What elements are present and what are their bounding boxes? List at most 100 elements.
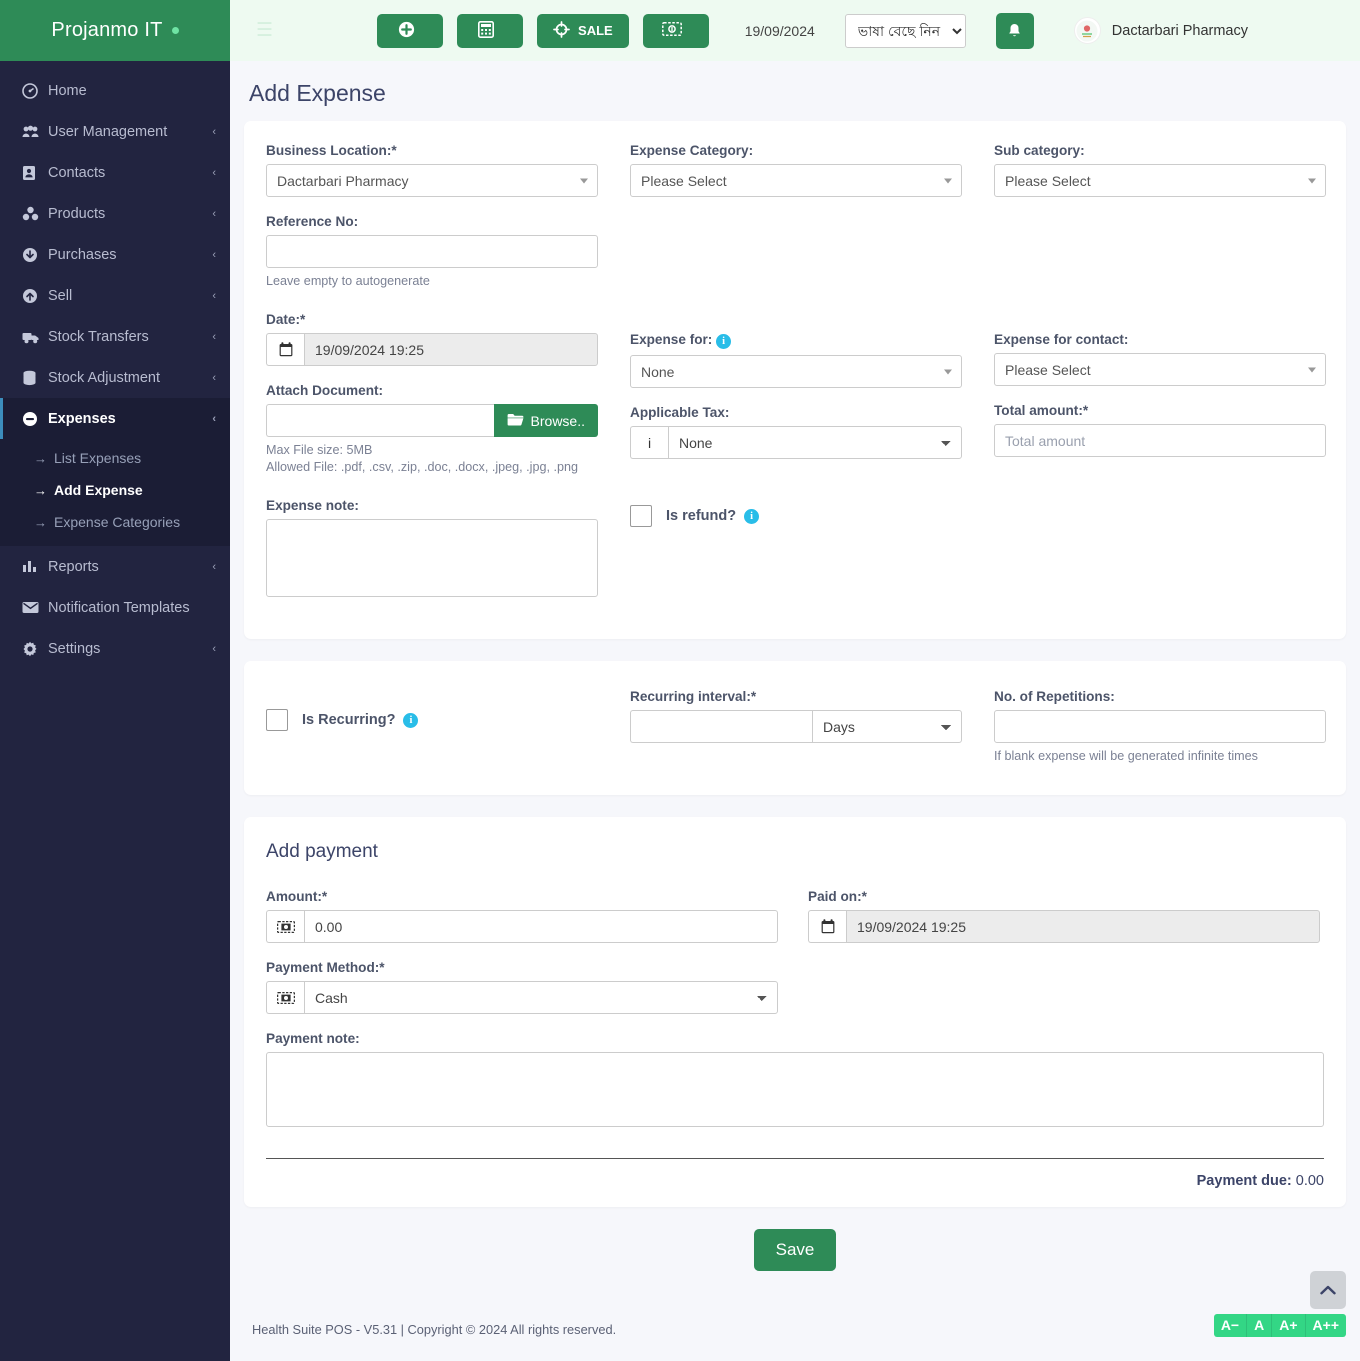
info-addon-icon: i <box>630 426 668 459</box>
chevron-left-icon: ‹ <box>212 331 216 343</box>
sidebar-item-settings[interactable]: Settings ‹ <box>0 628 230 669</box>
recurring-interval-unit-select[interactable]: DaysMonthsYears <box>812 710 962 743</box>
add-payment-title: Add payment <box>266 841 1324 863</box>
arrow-right-icon: → <box>34 451 47 466</box>
calculator-button[interactable] <box>457 14 523 48</box>
sale-button-label: SALE <box>578 23 613 38</box>
payment-note-textarea[interactable] <box>266 1052 1324 1127</box>
recurring-card: Is Recurring? i Recurring interval:* Day… <box>244 661 1346 795</box>
add-button[interactable] <box>377 14 443 48</box>
font-increase-more-button[interactable]: A++ <box>1306 1314 1346 1337</box>
file-path-display[interactable] <box>266 404 494 437</box>
font-decrease-button[interactable]: A− <box>1214 1314 1247 1337</box>
business-location-select[interactable]: Dactarbari Pharmacy <box>266 164 598 197</box>
paid-on-group: Paid on:* <box>808 889 1320 943</box>
attach-document-group: Browse.. <box>266 404 598 437</box>
font-increase-button[interactable]: A+ <box>1272 1314 1305 1337</box>
reference-no-label: Reference No: <box>266 214 598 229</box>
payment-due: Payment due: 0.00 <box>266 1173 1324 1189</box>
chevron-left-icon: ‹ <box>212 290 216 302</box>
sidebar-item-purchases[interactable]: Purchases ‹ <box>0 234 230 275</box>
is-refund-checkbox[interactable] <box>630 505 652 527</box>
sidebar-item-home[interactable]: Home <box>0 70 230 111</box>
chevron-left-icon: ‹ <box>212 126 216 138</box>
scroll-to-top-button[interactable] <box>1310 1271 1346 1309</box>
is-refund-label: Is refund? i <box>666 508 759 524</box>
sidebar-item-expenses[interactable]: Expenses ‹ <box>0 398 230 439</box>
sidebar-item-user-management[interactable]: User Management ‹ <box>0 111 230 152</box>
chevron-down-icon <box>1308 178 1316 183</box>
save-button[interactable]: Save <box>754 1229 837 1271</box>
folder-open-icon <box>507 413 524 429</box>
page-title: Add Expense <box>249 80 1346 107</box>
browse-button[interactable]: Browse.. <box>494 404 598 437</box>
date-input[interactable] <box>304 333 598 366</box>
envelope-icon <box>22 601 48 614</box>
chevron-down-icon <box>1308 367 1316 372</box>
sidebar-item-contacts[interactable]: Contacts ‹ <box>0 152 230 193</box>
sidebar-item-products[interactable]: Products ‹ <box>0 193 230 234</box>
payment-method-select[interactable]: CashCardChequeBank TransferOther <box>304 981 778 1014</box>
accessibility-font-size-bar: A− A A+ A++ <box>1214 1314 1346 1337</box>
expense-note-textarea[interactable] <box>266 519 598 597</box>
products-icon <box>22 206 48 221</box>
menu-toggle-icon[interactable]: ☰ <box>248 17 281 44</box>
reference-no-help: Leave empty to autogenerate <box>266 273 598 290</box>
info-icon[interactable]: i <box>716 334 731 349</box>
sidebar-item-reports[interactable]: Reports ‹ <box>0 546 230 587</box>
chevron-down-icon <box>944 178 952 183</box>
amount-input[interactable] <box>304 910 778 943</box>
chart-bar-icon <box>22 559 48 574</box>
sale-button[interactable]: SALE <box>537 14 629 48</box>
business-location-group: Business Location:* Dactarbari Pharmacy … <box>266 143 598 619</box>
main-area: ☰ SALE <box>230 0 1360 1361</box>
notifications-button[interactable] <box>996 13 1034 49</box>
repetitions-label: No. of Repetitions: <box>994 689 1326 704</box>
sub-category-select[interactable]: Please Select <box>994 164 1326 197</box>
expense-for-contact-label: Expense for contact: <box>994 332 1326 347</box>
expense-for-contact-select[interactable]: Please Select <box>994 353 1326 386</box>
payment-method-input-group: CashCardChequeBank TransferOther <box>266 981 778 1014</box>
repetitions-input[interactable] <box>994 710 1326 743</box>
bell-icon <box>1007 23 1022 39</box>
business-location-value: Dactarbari Pharmacy <box>277 173 409 189</box>
expense-for-value: None <box>641 364 674 380</box>
reference-no-input[interactable] <box>266 235 598 268</box>
paid-on-input[interactable] <box>846 910 1320 943</box>
arrow-right-icon: → <box>34 483 47 498</box>
sidebar-item-stock-adjustment[interactable]: Stock Adjustment ‹ <box>0 357 230 398</box>
payment-due-value: 0.00 <box>1296 1173 1324 1189</box>
app-root: Projanmo IT Home User Management ‹ <box>0 0 1360 1361</box>
applicable-tax-label: Applicable Tax: <box>630 405 962 420</box>
paid-on-label: Paid on:* <box>808 889 1320 904</box>
total-amount-input[interactable] <box>994 424 1326 457</box>
header-date: 19/09/2024 <box>745 23 815 39</box>
sidebar-item-list-expenses[interactable]: → List Expenses <box>0 442 230 474</box>
sidebar-item-label: Settings <box>48 641 212 657</box>
cash-register-button[interactable] <box>643 14 709 48</box>
language-select[interactable]: ভাষা বেছে নিনEnglishবাংলা <box>845 14 966 48</box>
recurring-interval-input[interactable] <box>630 710 812 743</box>
is-recurring-checkbox[interactable] <box>266 709 288 731</box>
sidebar-item-add-expense[interactable]: → Add Expense <box>0 474 230 506</box>
sidebar-item-label: Products <box>48 206 212 222</box>
sidebar-item-expense-categories[interactable]: → Expense Categories <box>0 506 230 538</box>
brand-logo[interactable]: Projanmo IT <box>0 0 230 61</box>
info-icon[interactable]: i <box>744 509 759 524</box>
attach-help-line2: Allowed File: .pdf, .csv, .zip, .doc, .d… <box>266 459 598 476</box>
sidebar-item-notification-templates[interactable]: Notification Templates <box>0 587 230 628</box>
info-icon[interactable]: i <box>403 713 418 728</box>
sidebar-item-sell[interactable]: Sell ‹ <box>0 275 230 316</box>
user-menu[interactable]: Dactarbari Pharmacy <box>1074 17 1248 44</box>
form-row-1: Business Location:* Dactarbari Pharmacy … <box>266 143 1324 619</box>
calendar-icon <box>808 910 846 943</box>
expense-for-select[interactable]: None <box>630 355 962 388</box>
expense-category-select[interactable]: Please Select <box>630 164 962 197</box>
sidebar-item-stock-transfers[interactable]: Stock Transfers ‹ <box>0 316 230 357</box>
divider <box>266 1158 1324 1159</box>
applicable-tax-select[interactable]: None <box>668 426 962 459</box>
is-recurring-label-text: Is Recurring? <box>302 712 395 728</box>
font-normal-button[interactable]: A <box>1247 1314 1272 1337</box>
date-input-group <box>266 333 598 366</box>
footer-tools: A− A A+ A++ <box>1214 1271 1346 1337</box>
